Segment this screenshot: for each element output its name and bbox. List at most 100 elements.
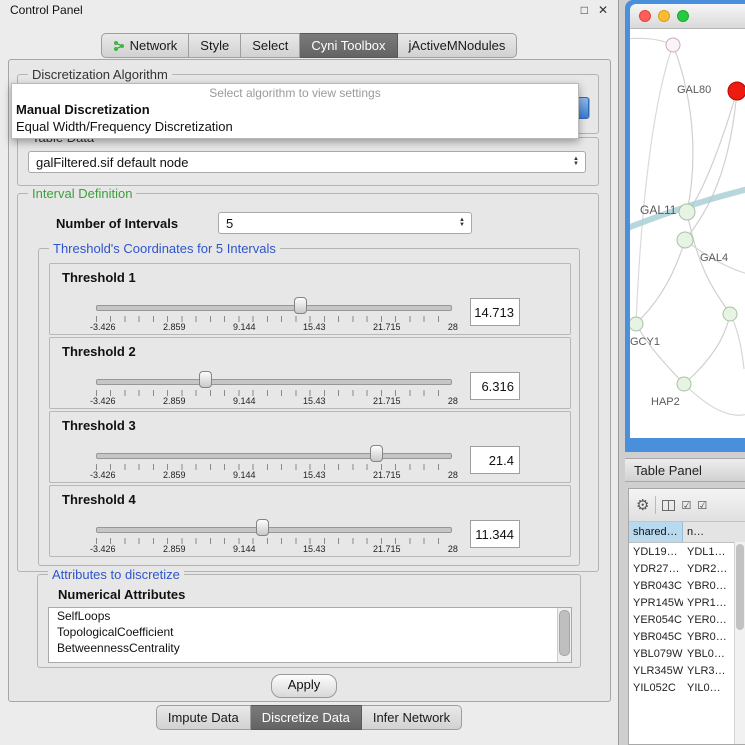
table-panel-header[interactable]: Table Panel bbox=[625, 458, 745, 482]
threshold-value-field[interactable]: 11.344 bbox=[470, 520, 520, 548]
network-canvas[interactable]: GAL80 GAL11 GAL4 GCY1 HAP2 bbox=[630, 29, 745, 438]
slider-thumb[interactable] bbox=[256, 519, 269, 536]
mac-zoom-button[interactable] bbox=[677, 10, 689, 22]
dropdown-option-manual[interactable]: Manual Discretization bbox=[12, 101, 578, 118]
slider-thumb[interactable] bbox=[199, 371, 212, 388]
group-title: Threshold's Coordinates for 5 Intervals bbox=[49, 241, 280, 256]
float-window-icon[interactable]: □ bbox=[581, 3, 588, 17]
table-row[interactable]: YDL19…YDL1… bbox=[629, 543, 745, 560]
slider-thumb[interactable] bbox=[294, 297, 307, 314]
network-window-titlebar bbox=[630, 4, 745, 29]
threshold-slider[interactable]: -3.4262.8599.14415.4321.71528 bbox=[96, 292, 452, 332]
list-item[interactable]: BetweennessCentrality bbox=[49, 640, 571, 656]
table-cell[interactable]: YDL19… bbox=[629, 546, 683, 558]
threshold-value-field[interactable]: 21.4 bbox=[470, 446, 520, 474]
control-panel-titlebar: Control Panel □ ✕ bbox=[0, 0, 618, 20]
threshold-label: Threshold 1 bbox=[62, 270, 136, 285]
dropdown-option-equal-width[interactable]: Equal Width/Frequency Discretization bbox=[12, 118, 578, 135]
list-item[interactable]: SelfLoops bbox=[49, 608, 571, 624]
list-scrollbar[interactable] bbox=[557, 608, 571, 662]
numerical-attributes-list[interactable]: SelfLoopsTopologicalCoefficientBetweenne… bbox=[48, 607, 572, 663]
network-node[interactable] bbox=[677, 377, 691, 391]
threshold-value-field[interactable]: 6.316 bbox=[470, 372, 520, 400]
table-row[interactable]: YDR27…YDR2… bbox=[629, 560, 745, 577]
slider-tick-labels: -3.4262.8599.14415.4321.71528 bbox=[90, 396, 458, 406]
network-node[interactable] bbox=[666, 38, 680, 52]
tick-label: 15.43 bbox=[303, 470, 326, 480]
thresholds-group: Threshold's Coordinates for 5 Intervals … bbox=[38, 248, 580, 566]
tick-label: 28 bbox=[448, 470, 458, 480]
tick-label: 2.859 bbox=[163, 396, 186, 406]
columns-icon[interactable] bbox=[662, 500, 675, 511]
selected-network-node[interactable] bbox=[728, 82, 745, 100]
tab-select[interactable]: Select bbox=[241, 33, 300, 58]
tab-style[interactable]: Style bbox=[189, 33, 241, 58]
table-cell[interactable]: YPR145W bbox=[629, 597, 683, 609]
close-icon[interactable]: ✕ bbox=[598, 3, 608, 17]
bottom-tab-bar: Impute Data Discretize Data Infer Networ… bbox=[0, 705, 618, 730]
network-node[interactable] bbox=[679, 204, 695, 220]
column-header-shared-name[interactable]: shared… bbox=[629, 522, 683, 542]
tick-label: 21.715 bbox=[373, 396, 401, 406]
threshold-value-field[interactable]: 14.713 bbox=[470, 298, 520, 326]
num-intervals-combobox[interactable]: 5 ▲▼ bbox=[218, 212, 472, 234]
threshold-label: Threshold 2 bbox=[62, 344, 136, 359]
column-header-name[interactable]: n… bbox=[683, 522, 745, 542]
node-label: GAL11 bbox=[640, 203, 677, 217]
table-row[interactable]: YPR145WYPR1… bbox=[629, 594, 745, 611]
table-cell[interactable]: YBR045C bbox=[629, 631, 683, 643]
tab-label: Style bbox=[200, 38, 229, 53]
tab-network[interactable]: Network bbox=[101, 33, 190, 58]
table-cell[interactable]: YER054C bbox=[629, 614, 683, 626]
list-item[interactable]: TopologicalCoefficient bbox=[49, 624, 571, 640]
tab-cyni-toolbox[interactable]: Cyni Toolbox bbox=[300, 33, 397, 58]
table-row[interactable]: YER054CYER0… bbox=[629, 611, 745, 628]
tab-discretize-data[interactable]: Discretize Data bbox=[251, 705, 362, 730]
select-none-icon[interactable]: ☑ bbox=[697, 499, 707, 512]
table-cell[interactable]: YLR345W bbox=[629, 665, 683, 677]
app-root: Control Panel □ ✕ Network Style Select C… bbox=[0, 0, 745, 745]
select-all-icon[interactable]: ☑ bbox=[681, 499, 691, 512]
slider-thumb[interactable] bbox=[370, 445, 383, 462]
table-cell[interactable]: YDR27… bbox=[629, 563, 683, 575]
tick-label: 15.43 bbox=[303, 396, 326, 406]
slider-track bbox=[96, 527, 452, 533]
group-title: Discretization Algorithm bbox=[28, 67, 172, 82]
table-header-row: shared… n… bbox=[629, 522, 745, 543]
apply-button[interactable]: Apply bbox=[271, 674, 337, 698]
tab-label: Infer Network bbox=[373, 710, 450, 725]
network-node[interactable] bbox=[723, 307, 737, 321]
tab-jactivemnodules[interactable]: jActiveMNodules bbox=[398, 33, 518, 58]
threshold-slider[interactable]: -3.4262.8599.14415.4321.71528 bbox=[96, 440, 452, 480]
table-cell[interactable]: YBR043C bbox=[629, 580, 683, 592]
table-row[interactable]: YBR043CYBR0… bbox=[629, 577, 745, 594]
table-row[interactable]: YIL052CYIL0… bbox=[629, 679, 745, 696]
network-view-window: GAL80 GAL11 GAL4 GCY1 HAP2 bbox=[625, 0, 745, 452]
table-row[interactable]: YLR345WYLR3… bbox=[629, 662, 745, 679]
table-row[interactable]: YBL079WYBL0… bbox=[629, 645, 745, 662]
scrollbar-thumb[interactable] bbox=[559, 610, 570, 656]
network-node[interactable] bbox=[677, 232, 693, 248]
tab-impute-data[interactable]: Impute Data bbox=[156, 705, 251, 730]
mac-minimize-button[interactable] bbox=[658, 10, 670, 22]
table-data-combobox[interactable]: galFiltered.sif default node ▲▼ bbox=[28, 151, 586, 173]
threshold-slider[interactable]: -3.4262.8599.14415.4321.71528 bbox=[96, 366, 452, 406]
mac-close-button[interactable] bbox=[639, 10, 651, 22]
table-row[interactable]: YBR045CYBR0… bbox=[629, 628, 745, 645]
node-label: GAL4 bbox=[700, 252, 728, 264]
combo-value: 5 bbox=[219, 216, 453, 231]
combo-arrows-icon: ▲▼ bbox=[567, 157, 585, 167]
table-toolbar: ⚙ ☑ ☑ bbox=[629, 489, 745, 522]
table-scrollbar[interactable] bbox=[734, 542, 745, 744]
table-cell[interactable]: YIL052C bbox=[629, 682, 683, 694]
scrollbar-thumb[interactable] bbox=[736, 544, 744, 630]
tab-infer-network[interactable]: Infer Network bbox=[362, 705, 462, 730]
group-title: Interval Definition bbox=[28, 186, 136, 201]
tab-label: Network bbox=[130, 38, 178, 53]
gear-icon[interactable]: ⚙ bbox=[636, 496, 649, 514]
table-cell[interactable]: YBL079W bbox=[629, 648, 683, 660]
threshold-slider[interactable]: -3.4262.8599.14415.4321.71528 bbox=[96, 514, 452, 554]
network-node[interactable] bbox=[630, 317, 643, 331]
tick-label: -3.426 bbox=[90, 396, 116, 406]
node-label: HAP2 bbox=[651, 396, 680, 408]
